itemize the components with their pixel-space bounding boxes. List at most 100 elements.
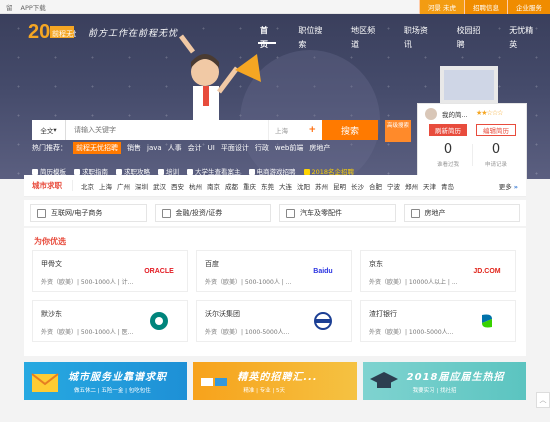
more-cities-link[interactable]: 更多 » xyxy=(499,181,526,191)
city-link[interactable]: 昆明 xyxy=(333,181,346,191)
city-select[interactable]: 上海 + xyxy=(268,120,322,140)
industry-realestate[interactable]: 房地产 xyxy=(403,204,520,222)
logo-icon[interactable]: 20 前程无忧 xyxy=(28,18,76,48)
industry-row: 互联网/电子商务 金融/投资/证券 汽车及零配件 房地产 xyxy=(24,200,526,226)
viewed-count[interactable]: 0 xyxy=(428,142,468,157)
computer-icon xyxy=(37,208,46,218)
my-resume-label[interactable]: 我的简... xyxy=(442,109,468,119)
company-desc: 外资（欧美）| 1000-5000人... xyxy=(205,329,290,336)
applied-count[interactable]: 0 xyxy=(476,142,516,157)
hot-item[interactable]: java xyxy=(147,144,162,152)
city-link[interactable]: 沈阳 xyxy=(297,181,310,191)
nav-career-news[interactable]: 职场资讯 xyxy=(392,24,445,49)
city-link[interactable]: 大连 xyxy=(279,181,292,191)
banner-title: 精英的招聘汇... xyxy=(237,372,318,383)
city-link[interactable]: 长沙 xyxy=(351,181,364,191)
viewed-label: 谁看过我 xyxy=(436,162,459,168)
city-link[interactable]: 合肥 xyxy=(369,181,382,191)
hot-item[interactable]: 平面设计 xyxy=(221,143,249,153)
promo-banners: 城市服务业靠谱求职 做五休二 | 五险一金 | 包吃包住 精英的招聘汇... 精… xyxy=(24,362,526,400)
city-link[interactable]: 成都 xyxy=(225,181,238,191)
coin-icon xyxy=(161,208,171,218)
scroll-to-top-button[interactable]: ︿ xyxy=(536,392,550,408)
city-link[interactable]: 杭州 xyxy=(189,181,202,191)
city-link[interactable]: 上海 xyxy=(99,181,112,191)
banner-title: 2018届应届生热招 xyxy=(406,372,505,383)
oracle-logo-icon: ORACLE xyxy=(144,267,174,275)
svg-text:20: 20 xyxy=(28,21,50,43)
search-type-select[interactable]: 全文 ▾ xyxy=(32,120,66,140)
promo-banner-service[interactable]: 城市服务业靠谱求职 做五休二 | 五险一金 | 包吃包住 xyxy=(24,362,188,400)
mascot-illustration xyxy=(179,34,261,122)
user-card: 我的简... ★★☆☆☆ 刷新简历 编辑简历 0 0 谁看过我 申请记录 xyxy=(417,103,527,179)
hot-item[interactable]: UI xyxy=(208,144,215,152)
company-name: 渣打银行 xyxy=(369,310,397,318)
city-link[interactable]: 重庆 xyxy=(243,181,256,191)
user-name[interactable]: 河景 未虎 xyxy=(418,0,464,14)
search-button[interactable]: 搜索 xyxy=(322,120,378,140)
company-desc: 外资（欧美）| 10000人以上 | ... xyxy=(369,279,458,286)
handshake-icon xyxy=(201,378,228,386)
hot-tag[interactable]: 前程无忧招聘 xyxy=(73,142,121,154)
msd-logo-icon xyxy=(141,311,177,331)
company-card[interactable]: 渣打银行 外资（欧美）| 1000-5000人... xyxy=(360,300,516,342)
company-card[interactable]: 默沙东 外资（欧美）| 500-1000人 | 医... xyxy=(32,300,188,342)
recommended-title: 为你优选 xyxy=(34,237,66,246)
city-link[interactable]: 西安 xyxy=(171,181,184,191)
company-desc: 外资（欧美）| 500-1000人 | ... xyxy=(205,279,292,286)
company-card[interactable]: 百度 外资（欧美）| 500-1000人 | ... Baidu xyxy=(196,250,352,292)
promo-banner-elite[interactable]: 精英的招聘汇... 精准 | 专业 | 5天 xyxy=(193,362,357,400)
top-left-link-0[interactable]: 留 xyxy=(6,2,13,12)
main-nav: 首页 职位搜索 地区频道 职场资讯 校园招聘 无忧精英 xyxy=(248,24,550,49)
refresh-resume-button[interactable]: 刷新简历 xyxy=(429,124,467,136)
city-link[interactable]: 苏州 xyxy=(315,181,328,191)
city-link[interactable]: 天津 xyxy=(423,181,436,191)
plus-icon: + xyxy=(308,125,316,135)
city-link[interactable]: 宁波 xyxy=(387,181,400,191)
industry-finance[interactable]: 金融/投资/证券 xyxy=(154,204,271,222)
job-info-link[interactable]: 招聘信息 xyxy=(464,0,507,14)
city-link[interactable]: 青岛 xyxy=(441,181,454,191)
applied-label: 申请记录 xyxy=(484,162,507,168)
company-card[interactable]: 甲骨文 外资（欧美）| 500-1000人 | 计... ORACLE xyxy=(32,250,188,292)
hot-item[interactable]: 销售 xyxy=(127,143,141,153)
city-value: 上海 xyxy=(275,127,288,135)
hot-item[interactable]: 房地产 xyxy=(309,143,330,153)
city-link[interactable]: 郑州 xyxy=(405,181,418,191)
avatar[interactable] xyxy=(425,108,437,120)
mail-icon xyxy=(31,373,59,392)
enterprise-service-link[interactable]: 企业服务 xyxy=(507,0,550,14)
city-list: 北京 上海 广州 深圳 武汉 西安 杭州 南京 成都 重庆 东莞 大连 沈阳 苏… xyxy=(73,181,454,191)
search-input[interactable] xyxy=(66,121,268,139)
hot-item[interactable]: 会计 xyxy=(188,143,202,153)
hot-item[interactable]: web前端 xyxy=(275,143,303,153)
city-link[interactable]: 北京 xyxy=(81,181,94,191)
company-card[interactable]: 沃尔沃集团 外资（欧美）| 1000-5000人... xyxy=(196,300,352,342)
search-bar: 全文 ▾ 上海 + 搜索 xyxy=(32,120,378,140)
company-name: 默沙东 xyxy=(41,310,62,318)
advanced-search-button[interactable]: 高级搜索 xyxy=(385,120,411,142)
divider xyxy=(472,144,473,166)
city-link[interactable]: 武汉 xyxy=(153,181,166,191)
city-link[interactable]: 广州 xyxy=(117,181,130,191)
top-bar: 留 APP下载 河景 未虎 招聘信息 企业服务 xyxy=(0,0,550,14)
nav-region[interactable]: 地区频道 xyxy=(339,24,392,49)
company-card[interactable]: 京东 外资（欧美）| 10000人以上 | ... JD.COM xyxy=(360,250,516,292)
company-desc: 外资（欧美）| 500-1000人 | 医... xyxy=(41,329,134,336)
company-desc: 外资（欧美）| 500-1000人 | 计... xyxy=(41,279,134,286)
edit-resume-button[interactable]: 编辑简历 xyxy=(476,124,516,136)
nav-campus[interactable]: 校园招聘 xyxy=(445,24,498,49)
city-link[interactable]: 东莞 xyxy=(261,181,274,191)
app-download-link[interactable]: APP下载 xyxy=(21,2,46,12)
industry-internet[interactable]: 互联网/电子商务 xyxy=(30,204,147,222)
industry-auto[interactable]: 汽车及零配件 xyxy=(279,204,396,222)
car-icon xyxy=(286,208,295,218)
hot-item[interactable]: 人事 xyxy=(168,143,182,153)
city-link[interactable]: 深圳 xyxy=(135,181,148,191)
city-link[interactable]: 南京 xyxy=(207,181,220,191)
nav-job-search[interactable]: 职位搜索 xyxy=(286,24,339,49)
hot-item[interactable]: 行政 xyxy=(255,143,269,153)
nav-elite[interactable]: 无忧精英 xyxy=(497,24,550,49)
promo-banner-graduate[interactable]: 2018届应届生热招 我要实习 | 找社招 xyxy=(362,362,526,400)
company-name: 百度 xyxy=(205,260,219,268)
